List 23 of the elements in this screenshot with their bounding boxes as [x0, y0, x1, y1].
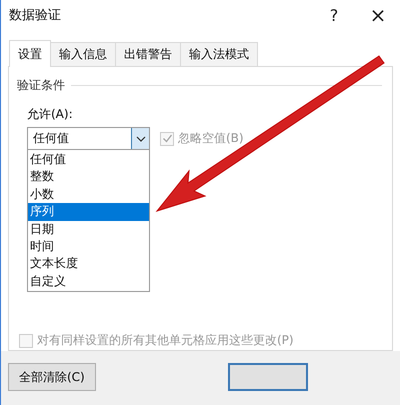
allow-dropdown[interactable]: 任何值	[27, 127, 150, 150]
ok-button[interactable]	[228, 363, 308, 391]
help-button[interactable]: ?	[312, 0, 356, 30]
field-label: 允许(A):	[27, 106, 74, 123]
tab[interactable]: 输入法模式	[180, 42, 258, 66]
dropdown-option[interactable]: 小数	[28, 186, 149, 204]
tab[interactable]: 出错警告	[115, 42, 181, 66]
dropdown-option[interactable]: 文本长度	[28, 255, 149, 273]
window-title: 数据验证	[9, 7, 61, 24]
dropdown-option[interactable]: 序列	[28, 203, 149, 221]
tab[interactable]: 输入信息	[50, 42, 116, 66]
dropdown-option[interactable]: 任何值	[28, 151, 149, 168]
clear-all-button[interactable]: 全部清除(C)	[8, 363, 96, 391]
dropdown-option[interactable]: 整数	[28, 168, 149, 186]
dropdown-option[interactable]: 自定义	[28, 272, 149, 290]
dropdown-option[interactable]: 时间	[28, 238, 149, 256]
dropdown-option[interactable]: 日期	[28, 220, 149, 238]
chevron-down-icon[interactable]	[131, 128, 149, 149]
checkbox-label: 对有同样设置的所有其他单元格应用这些更改(P)	[37, 332, 294, 350]
checkbox-label: 忽略空值(B)	[178, 130, 244, 147]
tab[interactable]: 设置	[9, 40, 51, 67]
section-title: 验证条件	[17, 77, 65, 94]
close-button[interactable]: ×	[356, 0, 400, 30]
